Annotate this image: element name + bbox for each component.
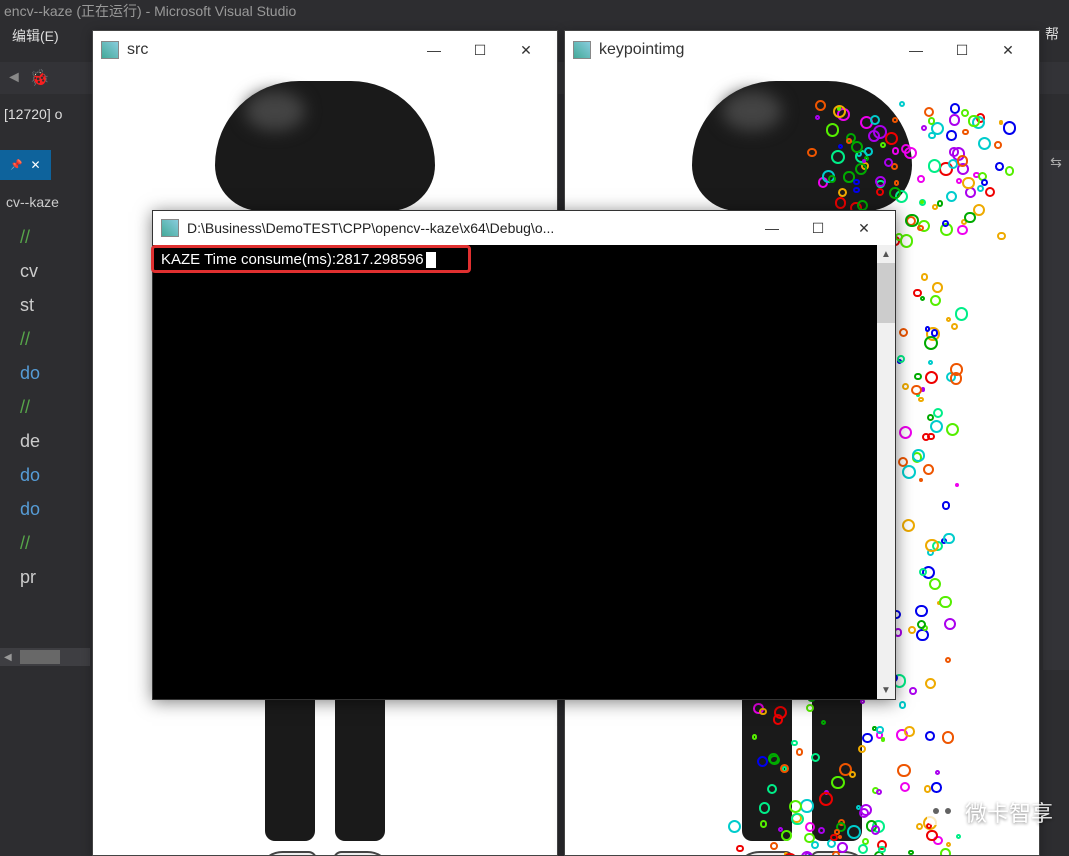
maximize-button[interactable]: ☐: [939, 34, 985, 66]
minimize-button[interactable]: —: [411, 34, 457, 66]
menu-edit[interactable]: 编辑(E): [0, 22, 71, 50]
window-icon: [161, 219, 179, 237]
code-line: do: [20, 356, 90, 390]
code-line: //: [20, 322, 90, 356]
close-button[interactable]: ✕: [503, 34, 549, 66]
scroll-down-icon[interactable]: ▼: [877, 681, 895, 699]
process-label: [12720] o: [0, 100, 66, 128]
console-window: D:\Business\DemoTEST\CPP\opencv--kaze\x6…: [152, 210, 896, 700]
code-line: cv: [20, 254, 90, 288]
tab-active[interactable]: 📌 ✕: [0, 150, 51, 180]
window-icon: [101, 41, 119, 59]
watermark: 微卡智享: [927, 796, 1053, 828]
wechat-icon: [927, 799, 957, 825]
scroll-thumb[interactable]: [20, 650, 60, 664]
window-icon: [573, 41, 591, 59]
right-gutter: ⇆: [1043, 150, 1069, 670]
code-editor[interactable]: // cv st // do // de do do // pr: [0, 220, 90, 594]
maximize-button[interactable]: ☐: [795, 212, 841, 244]
tab-close-icon[interactable]: ✕: [30, 158, 40, 172]
code-line: pr: [20, 560, 90, 594]
console-path: D:\Business\DemoTEST\CPP\opencv--kaze\x6…: [187, 220, 749, 236]
minimize-button[interactable]: —: [749, 212, 795, 244]
console-scrollbar[interactable]: ▲ ▼: [877, 245, 895, 699]
editor-tabs: 📌 ✕: [0, 150, 51, 180]
code-line: //: [20, 220, 90, 254]
code-line: do: [20, 492, 90, 526]
src-title: src: [127, 41, 411, 59]
close-button[interactable]: ✕: [841, 212, 887, 244]
close-button[interactable]: ✕: [985, 34, 1031, 66]
code-line: //: [20, 526, 90, 560]
console-output: KAZE Time consume(ms):2817.298596: [157, 249, 891, 270]
src-titlebar[interactable]: src — ☐ ✕: [93, 31, 557, 69]
code-line: st: [20, 288, 90, 322]
watermark-text: 微卡智享: [965, 796, 1053, 828]
nav-back-icon[interactable]: ◄: [6, 69, 22, 87]
scroll-left-icon[interactable]: ◀: [0, 652, 16, 663]
minimize-button[interactable]: —: [893, 34, 939, 66]
menu-help[interactable]: 帮: [1035, 20, 1069, 48]
console-titlebar[interactable]: D:\Business\DemoTEST\CPP\opencv--kaze\x6…: [153, 211, 895, 245]
keypoint-titlebar[interactable]: keypointimg — ☐ ✕: [565, 31, 1039, 69]
maximize-button[interactable]: ☐: [457, 34, 503, 66]
console-body[interactable]: KAZE Time consume(ms):2817.298596 ▲ ▼: [153, 245, 895, 699]
code-line: do: [20, 458, 90, 492]
code-line: //: [20, 390, 90, 424]
gutter-handle-icon[interactable]: ⇆: [1046, 154, 1066, 174]
avatar-image: [215, 81, 435, 211]
code-line: de: [20, 424, 90, 458]
scroll-thumb[interactable]: [877, 263, 895, 323]
breadcrumb[interactable]: cv--kaze: [0, 190, 65, 214]
debug-icon[interactable]: 🐞: [30, 68, 50, 88]
horizontal-scrollbar[interactable]: ◀: [0, 648, 90, 666]
vs-main-title: encv--kaze (正在运行) - Microsoft Visual Stu…: [0, 0, 1069, 22]
cursor-icon: [426, 252, 436, 268]
scroll-up-icon[interactable]: ▲: [877, 245, 895, 263]
keypoint-title: keypointimg: [599, 41, 893, 59]
pin-icon[interactable]: 📌: [10, 160, 22, 171]
